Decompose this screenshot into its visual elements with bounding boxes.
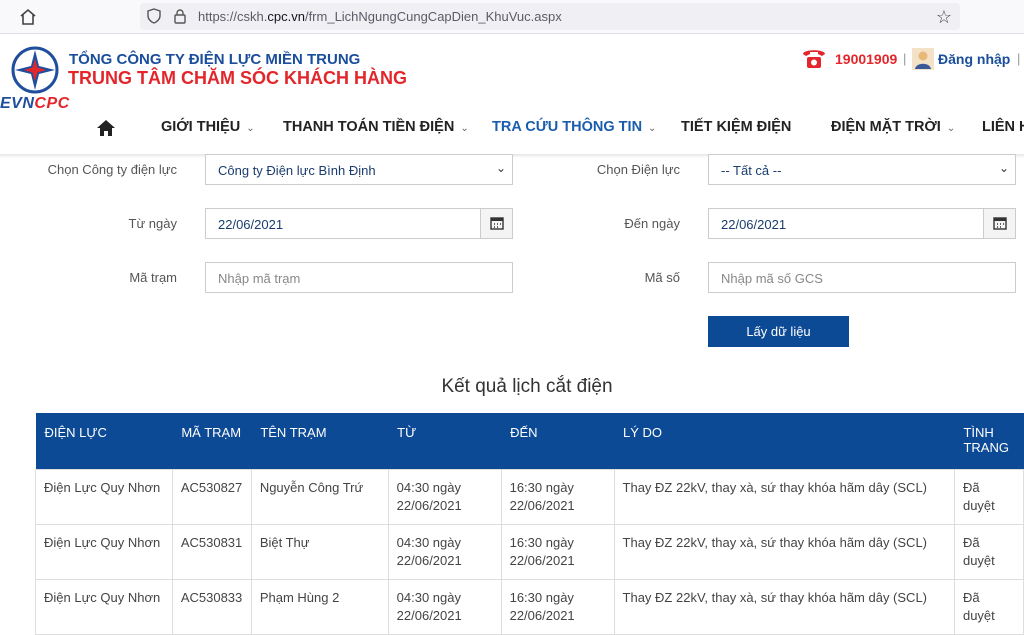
hotline-number[interactable]: 19001909 <box>835 51 897 67</box>
url-text: https://cskh.cpc.vn/frm_LichNgungCungCap… <box>198 9 562 24</box>
evn-logo[interactable] <box>10 45 60 95</box>
login-link[interactable]: Đăng nhập <box>938 51 1010 67</box>
results-title: Kết quả lịch cắt điện <box>441 376 613 397</box>
calendar-icon[interactable] <box>983 209 1015 238</box>
address-bar[interactable]: https://cskh.cpc.vn/frm_LichNgungCungCap… <box>140 3 960 30</box>
cell-code: AC530831 <box>171 523 252 580</box>
browser-toolbar: https://cskh.cpc.vn/frm_LichNgungCungCap… <box>0 0 1024 34</box>
company-select[interactable]: Công ty Điện lực Bình Định ⌄ <box>205 154 513 185</box>
header-separator: | <box>903 51 907 66</box>
unit-label: Chọn Điện lực <box>596 162 680 177</box>
shield-icon[interactable] <box>146 8 162 24</box>
table-row: Điện Lực Quy Nhơn AC530833 Phạm Hùng 2 0… <box>35 578 1024 635</box>
cell-from: 04:30 ngày 22/06/2021 <box>387 523 502 580</box>
nav-item-dien-mat-troi[interactable]: ĐIỆN MẶT TRỜI ⌄ <box>831 119 955 135</box>
cell-reason: Thay ĐZ 22kV, thay xà, sứ thay khóa hãm … <box>613 523 955 580</box>
nav-item-thanh-toan[interactable]: THANH TOÁN TIỀN ĐIỆN ⌄ <box>283 119 469 135</box>
col-header-to: ĐẾN <box>501 413 615 469</box>
lock-icon[interactable] <box>173 8 187 24</box>
cell-name: Nguyễn Công Trứ <box>250 468 389 525</box>
cell-from: 04:30 ngày 22/06/2021 <box>387 468 502 525</box>
cell-unit: Điện Lực Quy Nhơn <box>35 578 173 635</box>
outage-schedule-table: ĐIỆN LỰC MÃ TRẠM TÊN TRẠM TỪ ĐẾN LÝ DO T… <box>35 413 1024 635</box>
cell-to: 16:30 ngày 22/06/2021 <box>500 578 615 635</box>
nav-item-tra-cuu[interactable]: TRA CỨU THÔNG TIN ⌄ <box>492 119 656 135</box>
station-input[interactable]: Nhập mã trạm <box>205 262 513 293</box>
cell-status: Đã duyệt <box>953 523 1024 580</box>
cell-reason: Thay ĐZ 22kV, thay xà, sứ thay khóa hãm … <box>613 578 955 635</box>
chevron-down-icon: ⌄ <box>648 123 657 134</box>
company-label: Chọn Công ty điện lực <box>47 162 177 177</box>
to-date-label: Đến ngày <box>624 216 680 231</box>
phone-icon <box>800 45 828 71</box>
cell-name: Biệt Thự <box>250 523 389 580</box>
nav-item-tiet-kiem[interactable]: TIẾT KIỆM ĐIỆN <box>681 119 791 135</box>
from-date-label: Từ ngày <box>128 216 177 231</box>
table-header-row: ĐIỆN LỰC MÃ TRẠM TÊN TRẠM TỪ ĐẾN LÝ DO T… <box>35 413 1024 469</box>
evn-logo-text: EVNCPC <box>0 95 70 112</box>
calendar-icon[interactable] <box>480 209 512 238</box>
bookmark-star-icon[interactable]: ☆ <box>936 7 952 28</box>
unit-select[interactable]: -- Tất cả -- ⌄ <box>708 154 1016 185</box>
cell-unit: Điện Lực Quy Nhơn <box>35 468 173 525</box>
nav-item-lien-he[interactable]: LIÊN H <box>982 119 1024 135</box>
cell-to: 16:30 ngày 22/06/2021 <box>500 523 615 580</box>
table-row: Điện Lực Quy Nhơn AC530831 Biệt Thự 04:3… <box>35 523 1024 580</box>
gcs-code-label: Mã số <box>644 270 680 285</box>
chevron-down-icon: ⌄ <box>246 123 255 134</box>
center-name: TRUNG TÂM CHĂM SÓC KHÁCH HÀNG <box>68 68 407 88</box>
fetch-data-button[interactable]: Lấy dữ liệu <box>708 316 849 347</box>
home-icon[interactable] <box>96 119 116 137</box>
header-separator-2: | <box>1017 51 1021 66</box>
cell-unit: Điện Lực Quy Nhơn <box>35 523 173 580</box>
col-header-name: TÊN TRẠM <box>251 413 389 469</box>
cell-code: AC530827 <box>171 468 252 525</box>
from-date-input[interactable]: 22/06/2021 <box>205 208 513 239</box>
col-header-unit: ĐIỆN LỰC <box>35 413 173 469</box>
chevron-down-icon: ⌄ <box>460 123 469 134</box>
gcs-code-input[interactable]: Nhập mã số GCS <box>708 262 1016 293</box>
col-header-code: MÃ TRẠM <box>172 413 252 469</box>
cell-code: AC530833 <box>171 578 252 635</box>
chevron-down-icon: ⌄ <box>495 161 506 175</box>
chevron-down-icon: ⌄ <box>946 123 956 134</box>
col-header-status: TÌNH TRANG <box>954 413 1024 469</box>
site-header: EVNCPC TỔNG CÔNG TY ĐIỆN LỰC MIỀN TRUNG … <box>0 35 1024 155</box>
chevron-down-icon: ⌄ <box>998 161 1009 175</box>
to-date-input[interactable]: 22/06/2021 <box>708 208 1016 239</box>
cell-reason: Thay ĐZ 22kV, thay xà, sứ thay khóa hãm … <box>613 468 955 525</box>
table-row: Điện Lực Quy Nhơn AC530827 Nguyễn Công T… <box>35 468 1024 525</box>
company-name: TỔNG CÔNG TY ĐIỆN LỰC MIỀN TRUNG <box>69 51 361 68</box>
station-label: Mã trạm <box>129 270 177 285</box>
user-avatar-icon <box>912 48 934 70</box>
col-header-reason: LÝ DO <box>614 413 955 469</box>
cell-from: 04:30 ngày 22/06/2021 <box>387 578 502 635</box>
nav-item-gioi-thieu[interactable]: GIỚI THIỆU ⌄ <box>161 119 255 135</box>
cell-status: Đã duyệt <box>953 468 1024 525</box>
main-nav: GIỚI THIỆU ⌄ THANH TOÁN TIỀN ĐIỆN ⌄ TRA CỨ… <box>0 115 1024 145</box>
col-header-from: TỪ <box>388 413 502 469</box>
cell-name: Phạm Hùng 2 <box>250 578 389 635</box>
cell-to: 16:30 ngày 22/06/2021 <box>500 468 615 525</box>
cell-status: Đã duyệt <box>953 578 1024 635</box>
browser-home-icon[interactable] <box>18 7 38 27</box>
